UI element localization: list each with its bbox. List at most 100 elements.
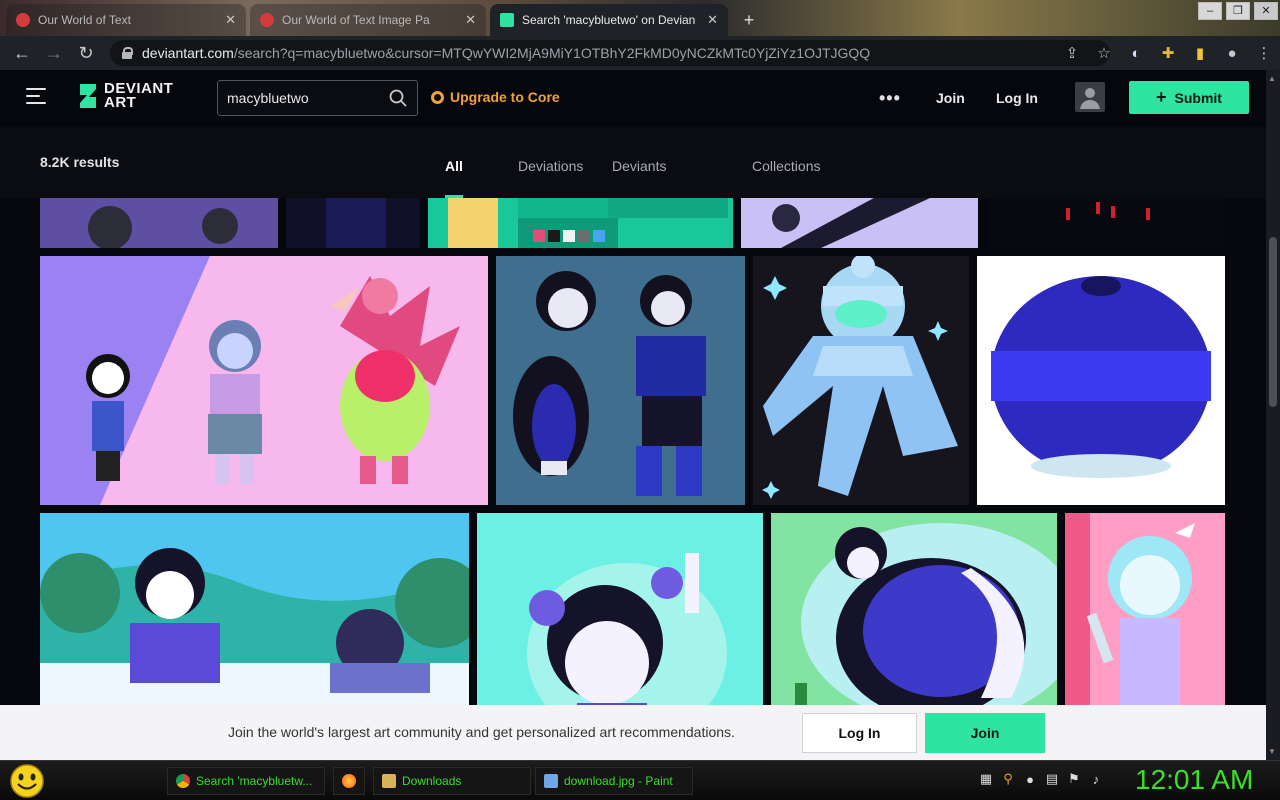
reload-icon[interactable]: ↻ — [70, 37, 102, 69]
search-results-gallery — [0, 198, 1266, 760]
join-banner: Join the world's largest art community a… — [0, 705, 1266, 760]
deviation-thumbnail[interactable] — [741, 198, 978, 248]
hamburger-menu-icon[interactable] — [26, 88, 46, 106]
tray-disc-icon[interactable]: ● — [1019, 772, 1041, 787]
plus-icon: + — [1156, 87, 1167, 107]
tab-deviations[interactable]: Deviations — [518, 158, 583, 174]
window-controls: – ❐ ✕ — [1196, 0, 1280, 22]
deviation-thumbnail[interactable] — [1065, 513, 1225, 713]
extension-flag-icon[interactable]: ◐ — [1120, 45, 1152, 62]
owot-favicon-icon — [260, 13, 274, 27]
search-box — [217, 80, 418, 116]
scroll-down-icon[interactable]: ▼ — [1268, 747, 1276, 756]
bookmark-star-icon[interactable]: ☆ — [1088, 44, 1120, 62]
scrollbar-thumb[interactable] — [1269, 237, 1277, 407]
deviantart-favicon-icon — [500, 13, 514, 27]
results-count: 8.2K results — [40, 154, 120, 170]
taskbar-item-chrome[interactable]: Search 'macybluetw... — [167, 767, 325, 795]
browser-tab-title: Our World of Text — [38, 13, 131, 27]
minimize-icon[interactable]: – — [1198, 2, 1222, 20]
taskbar-item-label: download.jpg - Paint — [564, 774, 673, 788]
tray-app-icon[interactable]: ▦ — [975, 771, 997, 787]
firefox-icon — [342, 774, 356, 788]
search-input[interactable] — [227, 90, 377, 106]
taskbar-item-label: Search 'macybluetw... — [196, 774, 313, 788]
deviation-thumbnail[interactable] — [286, 198, 420, 248]
url-text[interactable]: deviantart.com/search?q=macybluetwo&curs… — [142, 45, 870, 61]
upgrade-label: Upgrade to Core — [450, 89, 560, 105]
owot-favicon-icon — [16, 13, 30, 27]
search-results-toolbar: 8.2K results All Deviations Deviants Col… — [0, 126, 1266, 198]
join-link[interactable]: Join — [936, 90, 965, 106]
chrome-icon — [176, 774, 190, 788]
join-banner-text: Join the world's largest art community a… — [228, 724, 735, 740]
close-tab-icon[interactable]: ✕ — [465, 12, 476, 28]
maximize-icon[interactable]: ❐ — [1226, 2, 1250, 20]
arrow-right-icon[interactable]: → — [38, 37, 70, 69]
taskbar-item-paint[interactable]: download.jpg - Paint — [535, 767, 693, 795]
logo-text-line2: ART — [104, 94, 137, 111]
extensions-puzzle-icon[interactable]: ✚ — [1152, 44, 1184, 62]
more-options-icon[interactable]: ••• — [879, 88, 901, 109]
close-window-icon[interactable]: ✕ — [1254, 2, 1278, 20]
sidebar-icon[interactable]: ▮ — [1184, 44, 1216, 62]
browser-tab-active[interactable]: Search 'macybluetwo' on Devian ✕ — [490, 4, 728, 36]
deviation-thumbnail[interactable] — [753, 256, 969, 505]
tray-volume-icon[interactable]: ♪ — [1085, 772, 1107, 787]
submit-label: Submit — [1174, 89, 1222, 106]
deviation-thumbnail[interactable] — [986, 198, 1224, 248]
tray-search-icon[interactable]: ⚲ — [997, 771, 1019, 787]
taskbar-item-label: Downloads — [402, 774, 462, 788]
deviation-thumbnail[interactable] — [496, 256, 745, 505]
menu-kebab-icon[interactable]: ⋮ — [1248, 44, 1280, 62]
tray-flag-icon[interactable]: ⚑ — [1063, 771, 1085, 787]
share-icon[interactable]: ⇪ — [1056, 44, 1088, 62]
browser-tab-title: Our World of Text Image Pa — [282, 13, 430, 27]
system-tray: ▦ ⚲ ● ▤ ⚑ ♪ — [975, 771, 1107, 787]
lock-icon — [122, 47, 133, 59]
submit-button[interactable]: + Submit — [1129, 81, 1249, 114]
search-icon[interactable] — [389, 89, 407, 107]
deviation-thumbnail[interactable] — [40, 198, 278, 248]
os-taskbar: Search 'macybluetw... Downloads download… — [0, 760, 1280, 800]
address-bar[interactable]: deviantart.com/search?q=macybluetwo&curs… — [110, 40, 1110, 66]
deviation-thumbnail[interactable] — [977, 256, 1225, 505]
browser-tab-title: Search 'macybluetwo' on Devian — [522, 13, 696, 27]
upgrade-to-core-link[interactable]: Upgrade to Core — [431, 89, 560, 105]
close-tab-icon[interactable]: ✕ — [225, 12, 236, 28]
deviation-thumbnail[interactable] — [771, 513, 1057, 713]
user-avatar-icon[interactable] — [1075, 82, 1105, 112]
deviation-thumbnail[interactable] — [40, 256, 488, 505]
deviation-thumbnail[interactable] — [428, 198, 733, 248]
taskbar-item-downloads[interactable]: Downloads — [373, 767, 531, 795]
folder-icon — [382, 774, 396, 788]
arrow-left-icon[interactable]: ← — [6, 37, 38, 69]
deviation-thumbnail[interactable] — [40, 513, 469, 713]
start-smiley-icon[interactable] — [8, 763, 46, 799]
banner-login-button[interactable]: Log In — [802, 713, 917, 753]
deviation-thumbnail[interactable] — [477, 513, 763, 713]
core-coin-icon — [431, 90, 444, 104]
deviantart-logo-icon — [78, 82, 98, 110]
browser-actions: ⇪ ☆ ◐ ✚ ▮ ● ⋮ — [1056, 36, 1280, 70]
new-tab-button[interactable]: + — [734, 4, 764, 36]
banner-join-button[interactable]: Join — [925, 713, 1045, 753]
login-link[interactable]: Log In — [996, 90, 1038, 106]
paint-icon — [544, 774, 558, 788]
tray-network-icon[interactable]: ▤ — [1041, 771, 1063, 787]
page-scrollbar[interactable]: ▲ ▼ — [1266, 70, 1280, 760]
browser-tab[interactable]: Our World of Text ✕ — [6, 4, 246, 36]
profile-icon[interactable]: ● — [1216, 45, 1248, 62]
tab-collections[interactable]: Collections — [752, 158, 820, 174]
close-tab-icon[interactable]: ✕ — [707, 12, 718, 28]
browser-tab[interactable]: Our World of Text Image Pa ✕ — [250, 4, 486, 36]
tab-deviants[interactable]: Deviants — [612, 158, 666, 174]
browser-toolbar: ← → ↻ deviantart.com/search?q=macybluetw… — [0, 36, 1280, 70]
taskbar-item-firefox[interactable] — [333, 767, 365, 795]
site-header: DEVIANTART Upgrade to Core ••• Join Log … — [0, 70, 1266, 126]
browser-tab-bar: Our World of Text ✕ Our World of Text Im… — [0, 0, 1280, 36]
tab-all[interactable]: All — [445, 158, 463, 198]
scroll-up-icon[interactable]: ▲ — [1268, 74, 1276, 83]
taskbar-clock[interactable]: 12:01 AM — [1135, 764, 1253, 796]
deviantart-logo[interactable]: DEVIANT ART — [78, 81, 173, 111]
